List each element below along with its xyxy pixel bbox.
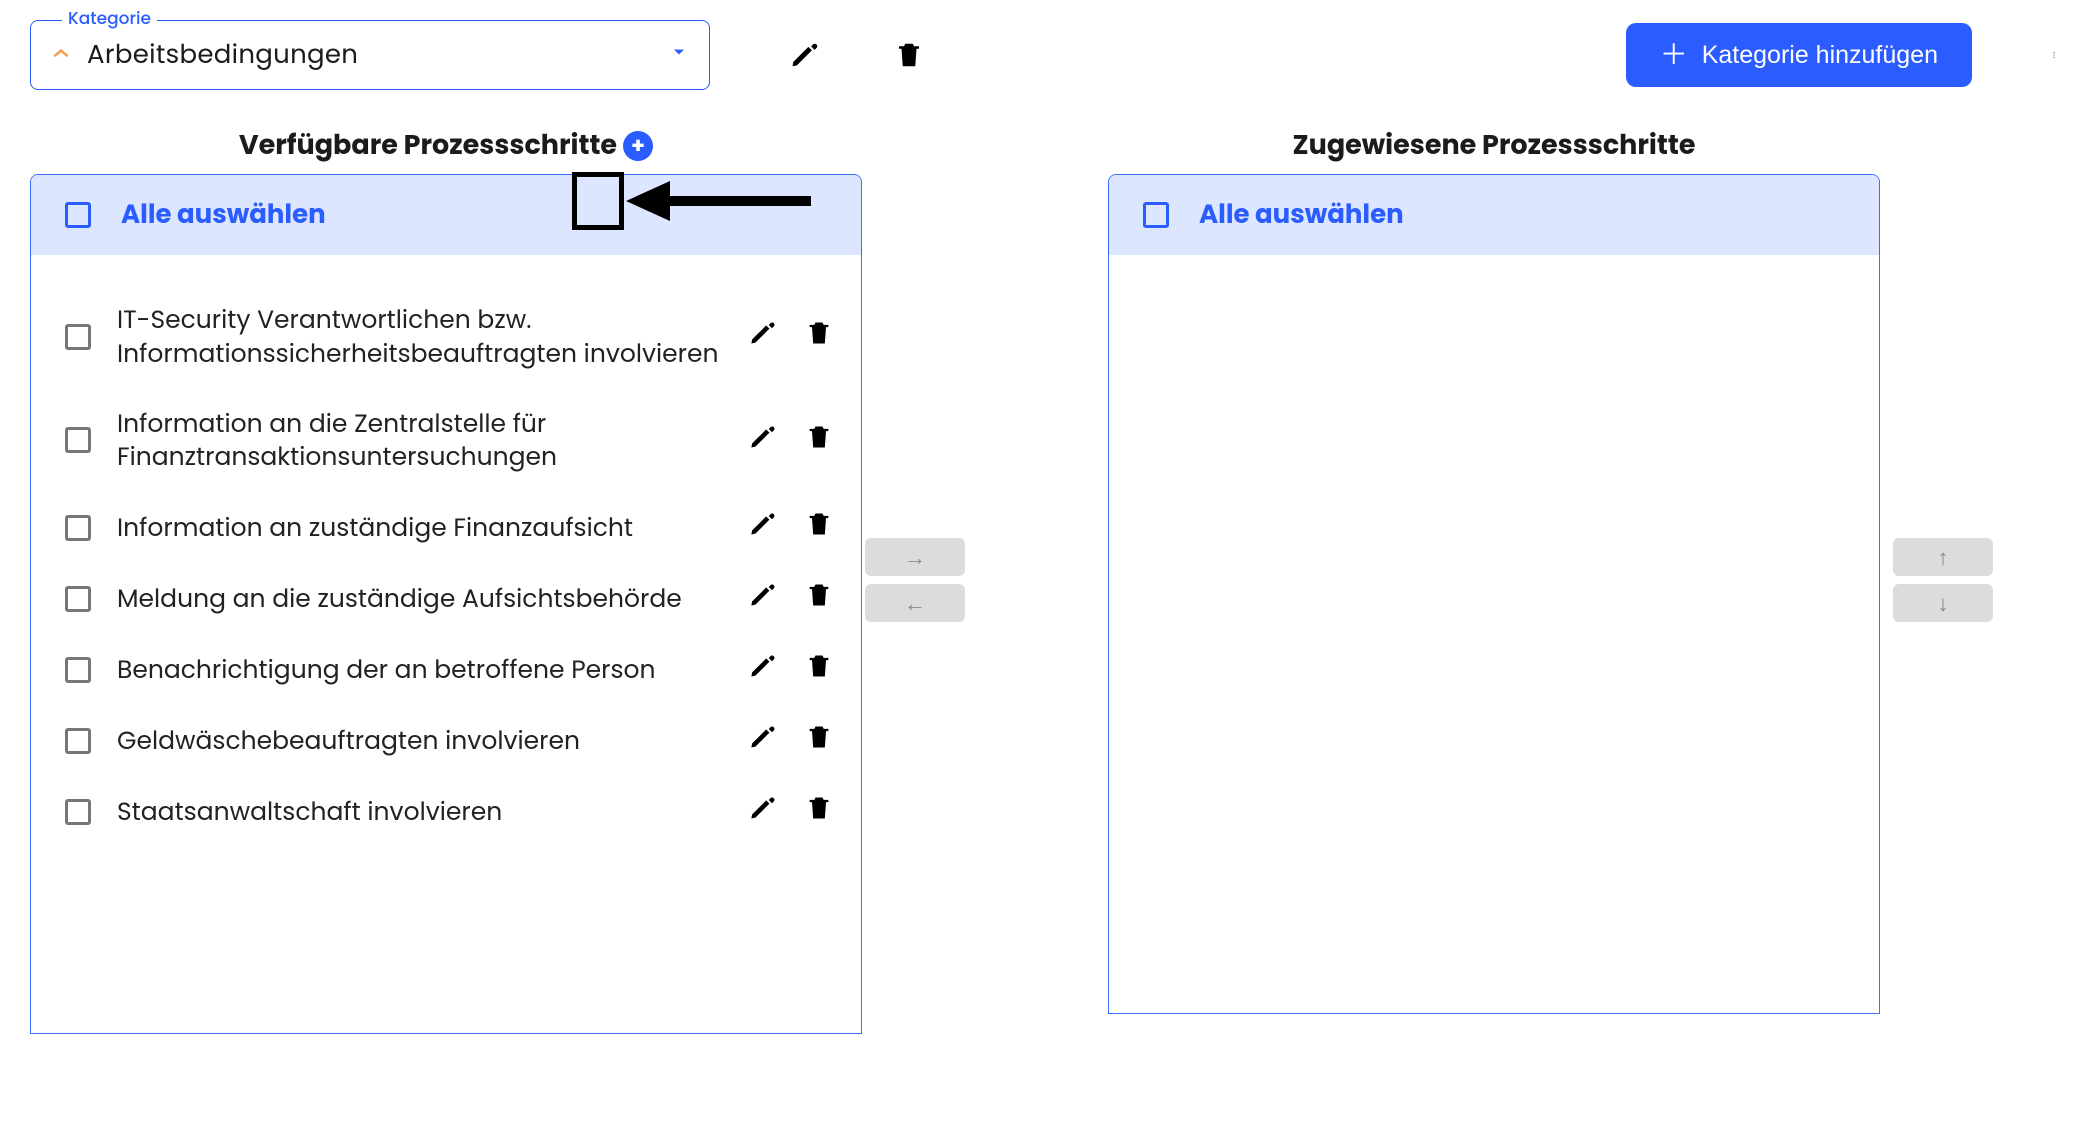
list-item: Staatsanwaltschaft involvieren — [31, 776, 861, 847]
move-left-button[interactable]: ← — [865, 584, 965, 622]
list-item: Geldwäschebeauftragten involvieren — [31, 705, 861, 776]
list-item: IT-Security Verantwortlichen bzw. Inform… — [31, 285, 861, 389]
item-label: Staatsanwaltschaft involvieren — [117, 795, 723, 829]
arrow-down-icon: ↓ — [1938, 587, 1949, 620]
edit-item-button[interactable] — [749, 652, 777, 687]
item-checkbox[interactable] — [65, 728, 91, 754]
edit-item-button[interactable] — [749, 510, 777, 545]
arrow-right-icon: → — [904, 541, 926, 574]
select-all-assigned-label: Alle auswählen — [1199, 196, 1404, 235]
edit-category-button[interactable] — [782, 32, 828, 78]
delete-item-button[interactable] — [805, 423, 833, 458]
add-process-step-button[interactable]: + — [623, 131, 653, 161]
category-legend: Kategorie — [62, 5, 157, 31]
edit-item-button[interactable] — [749, 319, 777, 354]
move-up-button[interactable]: ↑ — [1893, 538, 1993, 576]
delete-item-button[interactable] — [805, 319, 833, 354]
item-checkbox[interactable] — [65, 799, 91, 825]
list-item: Benachrichtigung der an betroffene Perso… — [31, 634, 861, 705]
select-all-available-label: Alle auswählen — [121, 196, 326, 235]
item-label: Information an die Zentralstelle für Fin… — [117, 407, 723, 475]
edit-item-button[interactable] — [749, 581, 777, 616]
edit-item-button[interactable] — [749, 423, 777, 458]
reorder-controls: ↑ ↓ — [1890, 538, 1996, 622]
delete-item-button[interactable] — [805, 581, 833, 616]
assigned-list — [1109, 255, 1879, 1013]
list-item: Information an die Zentralstelle für Fin… — [31, 389, 861, 493]
assigned-column: Zugewiesene Prozessschritte Alle auswähl… — [1108, 126, 1880, 1014]
arrow-left-icon: ← — [904, 587, 926, 620]
item-checkbox[interactable] — [65, 515, 91, 541]
list-item: Information an zuständige Finanzaufsicht — [31, 492, 861, 563]
item-checkbox[interactable] — [65, 586, 91, 612]
item-label: Meldung an die zuständige Aufsichtsbehör… — [117, 582, 723, 616]
add-category-label: Kategorie hinzufügen — [1702, 41, 1938, 70]
category-value: Arbeitsbedingungen — [87, 36, 653, 75]
move-down-button[interactable]: ↓ — [1893, 584, 1993, 622]
delete-item-button[interactable] — [805, 723, 833, 758]
item-label: Geldwäschebeauftragten involvieren — [117, 724, 723, 758]
available-header: Verfügbare Prozessschritte — [239, 126, 617, 166]
available-list: IT-Security Verantwortlichen bzw. Inform… — [31, 255, 861, 1033]
delete-item-button[interactable] — [805, 794, 833, 829]
available-panel: Alle auswählen IT-Security Verantwortlic… — [30, 174, 862, 1034]
move-right-button[interactable]: → — [865, 538, 965, 576]
item-label: Benachrichtigung der an betroffene Perso… — [117, 653, 723, 687]
delete-category-button[interactable] — [886, 32, 932, 78]
list-item: Meldung an die zuständige Aufsichtsbehör… — [31, 563, 861, 634]
item-label: IT-Security Verantwortlichen bzw. Inform… — [117, 303, 723, 371]
caret-down-icon — [669, 42, 689, 69]
select-all-available-checkbox[interactable] — [65, 202, 91, 228]
item-checkbox[interactable] — [65, 324, 91, 350]
plus-icon: ＋ — [1660, 41, 1688, 69]
assigned-select-all-row[interactable]: Alle auswählen — [1109, 175, 1879, 255]
top-toolbar: Kategorie Arbeitsbedingungen ＋ Kategorie… — [30, 20, 2070, 90]
annotation-arrow — [626, 195, 816, 207]
item-label: Information an zuständige Finanzaufsicht — [117, 511, 723, 545]
select-all-assigned-checkbox[interactable] — [1143, 202, 1169, 228]
delete-item-button[interactable] — [805, 652, 833, 687]
assigned-header: Zugewiesene Prozessschritte — [1293, 126, 1696, 166]
category-select-wrapper: Kategorie Arbeitsbedingungen — [30, 20, 710, 90]
arrow-up-icon: ↑ — [1938, 541, 1949, 574]
edit-item-button[interactable] — [749, 794, 777, 829]
item-checkbox[interactable] — [65, 657, 91, 683]
edit-item-button[interactable] — [749, 723, 777, 758]
more-options-button[interactable] — [2038, 23, 2070, 87]
delete-item-button[interactable] — [805, 510, 833, 545]
transfer-controls: → ← — [862, 538, 968, 622]
available-column: Verfügbare Prozessschritte + Alle auswäh… — [30, 126, 862, 1034]
assigned-panel: Alle auswählen — [1108, 174, 1880, 1014]
add-category-button[interactable]: ＋ Kategorie hinzufügen — [1626, 23, 1972, 87]
chevron-up-icon — [51, 43, 71, 67]
item-checkbox[interactable] — [65, 427, 91, 453]
